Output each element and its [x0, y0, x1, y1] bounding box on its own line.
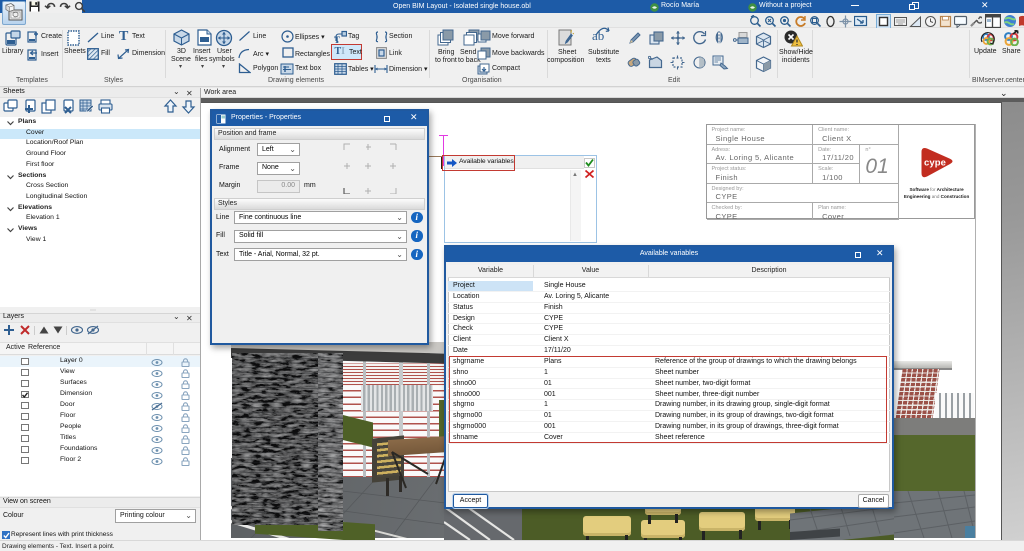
svg-text:T: T	[334, 35, 340, 43]
svg-text:cype: cype	[924, 158, 946, 169]
